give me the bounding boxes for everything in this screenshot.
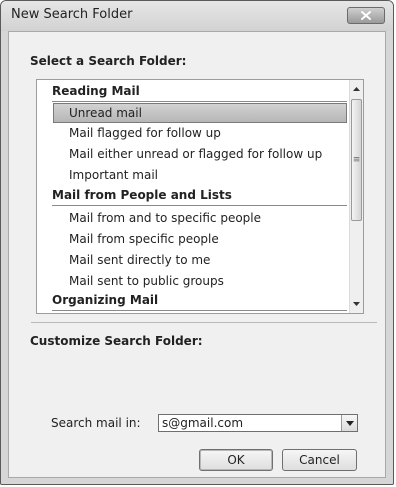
search-folder-list-content: Reading Mail Unread mail Mail flagged fo… [37, 80, 349, 313]
search-mail-in-dropdown[interactable]: s@gmail.com [158, 414, 358, 432]
list-item-unread-mail[interactable]: Unread mail [53, 103, 347, 123]
list-item-mail-from-and-to-specific-people[interactable]: Mail from and to specific people [53, 208, 347, 228]
window-title: New Search Folder [11, 7, 133, 22]
select-search-folder-label: Select a Search Folder: [30, 54, 187, 68]
list-item-flagged-for-follow-up[interactable]: Mail flagged for follow up [53, 123, 347, 143]
list-item-unread-or-flagged[interactable]: Mail either unread or flagged for follow… [53, 144, 347, 164]
search-mail-in-value: s@gmail.com [162, 416, 244, 430]
scroll-down-button[interactable] [350, 296, 363, 312]
group-header-people-and-lists: Mail from People and Lists [52, 185, 347, 206]
list-vertical-scrollbar[interactable]: ≡ [349, 80, 363, 313]
list-item-mail-sent-to-public-groups[interactable]: Mail sent to public groups [53, 271, 347, 291]
dropdown-button[interactable] [341, 415, 357, 431]
new-search-folder-dialog: New Search Folder Select a Search Folder… [0, 0, 394, 485]
close-button[interactable] [347, 7, 385, 24]
close-icon [361, 11, 371, 20]
scrollbar-thumb[interactable]: ≡ [351, 99, 362, 221]
group-header-reading-mail: Reading Mail [52, 81, 347, 102]
scroll-grip-icon: ≡ [352, 154, 361, 165]
ok-button[interactable]: OK [199, 449, 273, 471]
list-item-mail-from-specific-people[interactable]: Mail from specific people [53, 229, 347, 249]
search-folder-list[interactable]: Reading Mail Unread mail Mail flagged fo… [36, 79, 364, 314]
section-divider [31, 322, 377, 323]
list-item-mail-sent-directly-to-me[interactable]: Mail sent directly to me [53, 250, 347, 270]
group-header-organizing-mail: Organizing Mail [52, 290, 347, 311]
scroll-up-arrow-icon [353, 87, 360, 91]
search-mail-in-label: Search mail in: [51, 416, 141, 430]
list-item-important-mail[interactable]: Important mail [53, 165, 347, 185]
chevron-down-icon [345, 420, 354, 426]
title-bar: New Search Folder [1, 1, 393, 31]
customize-search-folder-label: Customize Search Folder: [30, 334, 203, 348]
cancel-button[interactable]: Cancel [282, 449, 357, 471]
scroll-up-button[interactable] [350, 81, 363, 97]
scroll-down-arrow-icon [353, 302, 360, 306]
